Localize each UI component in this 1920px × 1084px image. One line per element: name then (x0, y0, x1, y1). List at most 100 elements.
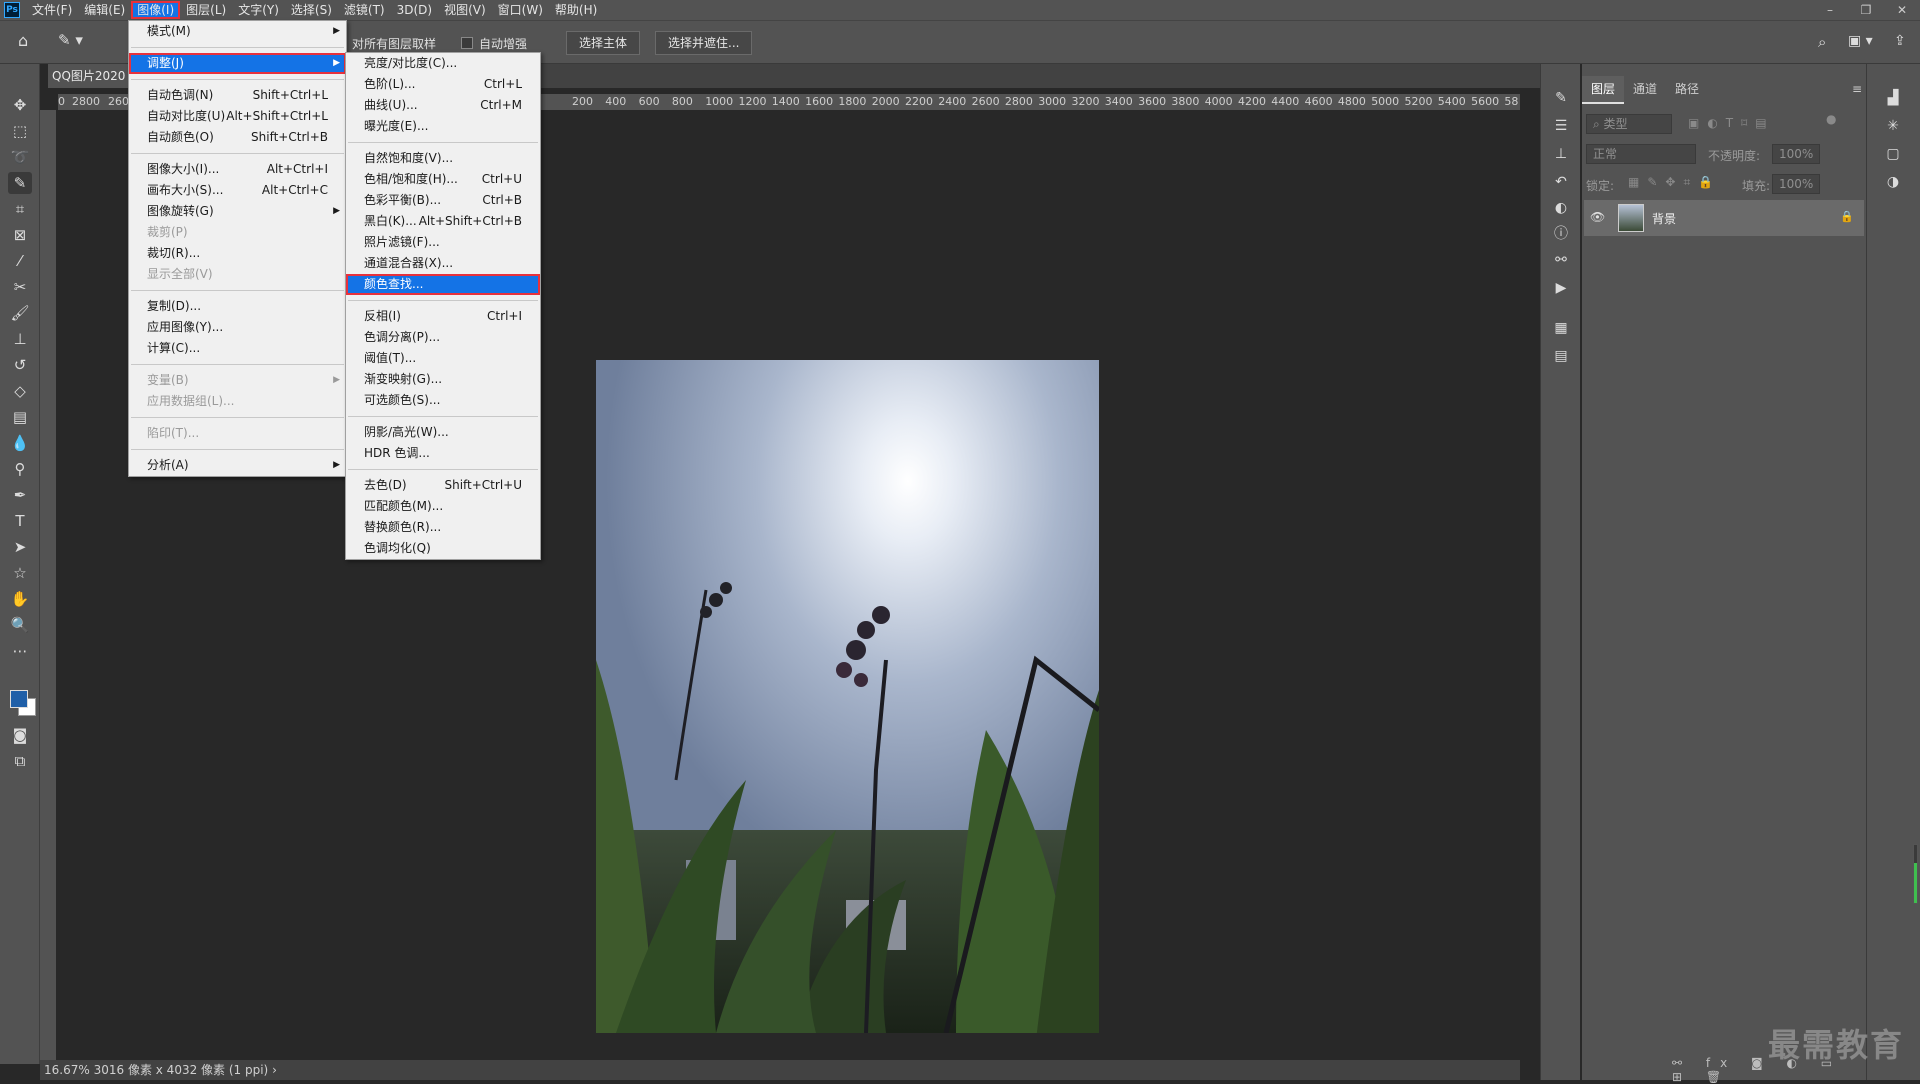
image-menu-item[interactable]: 自动色调(N) Shift+Ctrl+L (129, 85, 346, 106)
brush-tool-icon[interactable]: 🖌 (8, 302, 32, 324)
adjust-menu-item[interactable]: 曝光度(E)... (346, 116, 540, 137)
image-menu-item[interactable]: 图像旋转(G) ▶ (129, 201, 346, 222)
zoom-level[interactable]: 16.67% (44, 1063, 90, 1077)
marquee-tool-icon[interactable]: ⬚ (8, 120, 32, 142)
clone-source-icon[interactable]: ⊥ (1551, 144, 1571, 164)
restore-icon[interactable]: ❐ (1848, 0, 1884, 20)
quick-selection-tool-icon[interactable]: ✎ (8, 172, 32, 194)
history-brush-tool-icon[interactable]: ↺ (8, 354, 32, 376)
menu-type[interactable]: 文字(Y) (232, 1, 285, 19)
image-menu-item[interactable]: 自动对比度(U) Alt+Shift+Ctrl+L (129, 106, 346, 127)
adjust-menu-item[interactable]: 照片滤镜(F)... (346, 232, 540, 253)
shape-tool-icon[interactable]: ☆ (8, 562, 32, 584)
minimize-icon[interactable]: – (1812, 0, 1848, 20)
layer-filter-icons[interactable]: ▣◐T⌑▤ (1688, 116, 1775, 130)
home-icon[interactable]: ⌂ (18, 31, 28, 50)
menu-file[interactable]: 文件(F) (26, 1, 78, 19)
image-menu-item[interactable]: 调整(J) ▶ (129, 53, 346, 74)
layer-row-background[interactable]: 👁 背景 🔒 (1584, 200, 1864, 236)
adjust-menu-item[interactable]: 色彩平衡(B)... Ctrl+B (346, 190, 540, 211)
quick-mask-icon[interactable]: ◙ (8, 724, 32, 746)
menu-filter[interactable]: 滤镜(T) (338, 1, 391, 19)
clone-stamp-tool-icon[interactable]: ⊥ (8, 328, 32, 350)
tab-layers[interactable]: 图层 (1582, 76, 1625, 104)
menu-3d[interactable]: 3D(D) (391, 1, 438, 19)
menu-layer[interactable]: 图层(L) (180, 1, 232, 19)
type-tool-icon[interactable]: T (8, 510, 32, 532)
adjust-menu-item[interactable]: 阈值(T)... (346, 348, 540, 369)
adjust-menu-item[interactable]: 黑白(K)... Alt+Shift+Ctrl+B (346, 211, 540, 232)
image-menu-item[interactable]: 模式(M) ▶ (129, 21, 346, 42)
adjust-menu-item[interactable]: 曲线(U)... Ctrl+M (346, 95, 540, 116)
blend-mode-select[interactable]: 正常 (1586, 144, 1696, 164)
image-menu-item[interactable]: 自动颜色(O) Shift+Ctrl+B (129, 127, 346, 148)
more-tools-icon[interactable]: ⋯ (8, 640, 32, 662)
eraser-tool-icon[interactable]: ◇ (8, 380, 32, 402)
adjust-menu-item[interactable]: 匹配颜色(M)... (346, 496, 540, 517)
document-image[interactable] (596, 360, 1099, 1033)
adjust-menu-item[interactable]: 渐变映射(G)... (346, 369, 540, 390)
adjust-menu-item[interactable]: HDR 色调... (346, 443, 540, 464)
document-tab[interactable]: QQ图片2020 (48, 64, 130, 88)
adjustments-sliders-icon[interactable]: ☰ (1551, 116, 1571, 136)
styles-icon[interactable]: ◑ (1883, 172, 1903, 192)
history-icon[interactable]: ↶ (1551, 172, 1571, 192)
frame-tool-icon[interactable]: ⊠ (8, 224, 32, 246)
adjust-menu-item[interactable]: 反相(I) Ctrl+I (346, 306, 540, 327)
adjust-menu-item[interactable]: 颜色查找... (346, 274, 540, 295)
adjust-menu-item[interactable]: 替换颜色(R)... (346, 517, 540, 538)
panel-menu-icon[interactable]: ≡ (1852, 82, 1862, 96)
properties-icon[interactable]: ▢ (1883, 144, 1903, 164)
actions-play-icon[interactable]: ▶ (1551, 278, 1571, 298)
histogram-icon[interactable]: ▟ (1883, 88, 1903, 108)
blur-tool-icon[interactable]: 💧 (8, 432, 32, 454)
adjust-menu-item[interactable]: 色调均化(Q) (346, 538, 540, 559)
image-menu-item[interactable]: 裁切(R)... (129, 243, 346, 264)
workspace-icon[interactable]: ▣ ▾ (1848, 33, 1873, 49)
visibility-eye-icon[interactable]: 👁 (1590, 210, 1605, 224)
image-menu-item[interactable]: 分析(A) ▶ (129, 455, 346, 476)
adjust-menu-item[interactable]: 去色(D) Shift+Ctrl+U (346, 475, 540, 496)
adjust-menu-item[interactable]: 色阶(L)... Ctrl+L (346, 74, 540, 95)
share-icon[interactable]: ⇪ (1894, 33, 1906, 49)
hand-tool-icon[interactable]: ✋ (8, 588, 32, 610)
quick-selection-preset-icon[interactable]: ✎ ▾ (58, 31, 83, 49)
dodge-tool-icon[interactable]: ⚲ (8, 458, 32, 480)
path-selection-tool-icon[interactable]: ➤ (8, 536, 32, 558)
lasso-tool-icon[interactable]: ➰ (8, 146, 32, 168)
filter-toggle-icon[interactable]: ● (1826, 112, 1836, 126)
brush-settings-icon[interactable]: ✎ (1551, 88, 1571, 108)
document-info[interactable]: 3016 像素 x 4032 像素 (1 ppi) (94, 1063, 269, 1077)
info-icon[interactable]: ⓘ (1551, 224, 1571, 244)
image-menu-item[interactable]: 应用图像(Y)... (129, 317, 346, 338)
tab-channels[interactable]: 通道 (1624, 76, 1666, 104)
layer-name[interactable]: 背景 (1652, 210, 1676, 227)
menu-help[interactable]: 帮助(H) (549, 1, 603, 19)
tab-paths[interactable]: 路径 (1666, 76, 1708, 104)
paths-icon[interactable]: ⚯ (1551, 250, 1571, 270)
scrollbar[interactable] (1913, 844, 1918, 904)
image-menu-item[interactable]: 画布大小(S)... Alt+Ctrl+C (129, 180, 346, 201)
adjust-menu-item[interactable]: 色相/饱和度(H)... Ctrl+U (346, 169, 540, 190)
move-tool-icon[interactable]: ✥ (8, 94, 32, 116)
auto-enhance-checkbox[interactable] (461, 37, 473, 49)
lock-options-icons[interactable]: ▦✎✥⌗🔒 (1628, 175, 1721, 190)
eyedropper-tool-icon[interactable]: ⁄ (8, 250, 32, 272)
adjust-menu-item[interactable]: 通道混合器(X)... (346, 253, 540, 274)
menu-view[interactable]: 视图(V) (438, 1, 492, 19)
menu-select[interactable]: 选择(S) (285, 1, 338, 19)
fill-input[interactable]: 100% (1772, 174, 1820, 194)
status-chevron-icon[interactable]: › (272, 1063, 277, 1077)
foreground-color-swatch[interactable] (10, 690, 28, 708)
pen-tool-icon[interactable]: ✒ (8, 484, 32, 506)
gradient-tool-icon[interactable]: ▤ (8, 406, 32, 428)
adjust-menu-item[interactable]: 亮度/对比度(C)... (346, 53, 540, 74)
adjust-menu-item[interactable]: 色调分离(P)... (346, 327, 540, 348)
select-subject-button[interactable]: 选择主体 (566, 31, 641, 55)
opacity-input[interactable]: 100% (1772, 144, 1820, 164)
adjust-menu-item[interactable]: 阴影/高光(W)... (346, 422, 540, 443)
adjust-menu-item[interactable]: 自然饱和度(V)... (346, 148, 540, 169)
close-icon[interactable]: ✕ (1884, 0, 1920, 20)
select-and-mask-button[interactable]: 选择并遮住... (655, 31, 753, 55)
libraries-icon[interactable]: ▦ (1551, 318, 1571, 338)
